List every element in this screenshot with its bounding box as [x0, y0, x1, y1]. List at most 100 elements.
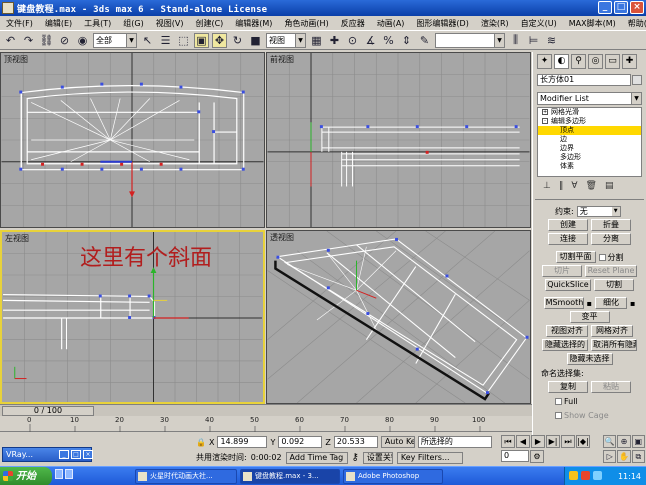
- menu-graph-editors[interactable]: 图形编辑器(D): [410, 18, 474, 29]
- vray-close-icon[interactable]: ×: [83, 450, 93, 459]
- menu-animation[interactable]: 动画(A): [371, 18, 411, 29]
- zoom-extents-icon[interactable]: ▣: [631, 435, 645, 448]
- align-icon[interactable]: ⊨: [526, 33, 541, 48]
- stack-item-edge[interactable]: 边: [538, 135, 641, 144]
- full-checkbox[interactable]: Full: [555, 397, 578, 406]
- minimize-button[interactable]: _: [598, 1, 612, 14]
- modify-tab-icon[interactable]: ◐: [554, 54, 569, 69]
- tessellate-button[interactable]: 细化: [595, 297, 627, 309]
- create-tab-icon[interactable]: ✦: [537, 54, 552, 69]
- y-coord-field[interactable]: 0.092: [278, 436, 323, 448]
- cut-button[interactable]: 切割: [594, 279, 634, 291]
- link-icon[interactable]: ⛓: [39, 33, 54, 48]
- msmooth-settings-icon[interactable]: ▪: [587, 299, 592, 308]
- menu-group[interactable]: 组(G): [117, 18, 149, 29]
- set-key-button[interactable]: 设置关键帧: [362, 451, 393, 464]
- msmooth-button[interactable]: MSmooth: [543, 297, 584, 309]
- show-end-result-icon[interactable]: ‖: [559, 181, 564, 195]
- play-icon[interactable]: ▶: [531, 435, 545, 448]
- viewport-perspective[interactable]: 透视图: [266, 230, 531, 404]
- ref-coord-dropdown[interactable]: 视图 ▼: [266, 32, 306, 48]
- key-filters-button[interactable]: Key Filters...: [396, 451, 463, 464]
- copy-button[interactable]: 复制: [548, 381, 588, 393]
- track-bar[interactable]: 0 10 20 30 40 50 60 70 80 90 100: [0, 416, 532, 432]
- menu-create[interactable]: 创建(C): [189, 18, 229, 29]
- show-desktop-icon[interactable]: [55, 469, 63, 479]
- rotate-icon[interactable]: ↻: [230, 33, 245, 48]
- snap-icon[interactable]: ⊙: [345, 33, 360, 48]
- menu-character[interactable]: 角色动画(H): [278, 18, 334, 29]
- collapse-icon[interactable]: -: [542, 118, 548, 124]
- viewport-front-label[interactable]: 前视图: [270, 54, 294, 65]
- menu-reactor[interactable]: 反应器: [335, 18, 371, 29]
- go-to-start-icon[interactable]: ⏮: [501, 435, 515, 448]
- reset-plane-button[interactable]: Reset Plane: [585, 265, 637, 277]
- maximize-button[interactable]: □: [614, 1, 628, 14]
- show-cage-checkbox[interactable]: Show Cage: [555, 411, 609, 420]
- prev-frame-icon[interactable]: ◀: [516, 435, 530, 448]
- taskbar-item-3dsmax[interactable]: 键盘教程.max - 3...: [240, 468, 340, 484]
- menu-tools[interactable]: 工具(T): [78, 18, 117, 29]
- hide-selected-button[interactable]: 隐藏选择的: [542, 339, 588, 351]
- bind-space-warp-icon[interactable]: ◉: [75, 33, 90, 48]
- min-max-toggle-icon[interactable]: ⧉: [631, 449, 645, 463]
- go-to-end-icon[interactable]: ⏭: [561, 435, 575, 448]
- move-icon[interactable]: ✥: [212, 32, 227, 48]
- viewport-top[interactable]: 顶视图: [0, 52, 265, 228]
- next-frame-icon[interactable]: ▶|: [546, 435, 560, 448]
- taskbar-item-browser[interactable]: 火星时代动画大社...: [135, 468, 237, 484]
- current-frame-field[interactable]: 0: [501, 449, 529, 462]
- make-unique-icon[interactable]: ∀: [571, 181, 577, 195]
- window-crossing-icon[interactable]: ▣: [194, 32, 209, 48]
- redo-icon[interactable]: ↷: [21, 33, 36, 48]
- viewport-front[interactable]: 前视图: [266, 52, 531, 228]
- menu-file[interactable]: 文件(F): [0, 18, 39, 29]
- menu-modifiers[interactable]: 编辑器(M): [229, 18, 278, 29]
- close-button[interactable]: ×: [630, 1, 644, 14]
- pin-stack-icon[interactable]: ⊥: [543, 181, 551, 195]
- time-config-icon[interactable]: ⚙: [530, 449, 544, 463]
- scale-icon[interactable]: ■: [248, 33, 263, 48]
- detach-button[interactable]: 分离: [591, 233, 631, 245]
- modifier-list-dropdown[interactable]: Modifier List ▼: [537, 92, 642, 105]
- z-coord-field[interactable]: 20.533: [333, 436, 378, 448]
- view-align-button[interactable]: 视图对齐: [546, 325, 588, 337]
- mirror-icon[interactable]: ⫼: [508, 33, 523, 48]
- utilities-tab-icon[interactable]: ✚: [622, 54, 637, 69]
- object-color-swatch[interactable]: [632, 75, 642, 85]
- selected-dropdown[interactable]: 所选择的: [417, 436, 492, 448]
- planarize-button[interactable]: 变平: [569, 311, 610, 323]
- tray-icon-2[interactable]: [581, 471, 590, 480]
- select-by-name-icon[interactable]: ☰: [158, 33, 173, 48]
- unhide-all-button[interactable]: 取消所有隐藏: [591, 339, 637, 351]
- motion-tab-icon[interactable]: ◎: [588, 54, 603, 69]
- stack-item-element[interactable]: 体素: [538, 162, 641, 171]
- viewport-left[interactable]: 左视图 这里有个斜面: [0, 230, 265, 404]
- angle-snap-icon[interactable]: ∡: [363, 33, 378, 48]
- rect-region-icon[interactable]: ⬚: [176, 33, 191, 48]
- remove-modifier-icon[interactable]: 🗑: [586, 181, 597, 195]
- viewport-perspective-label[interactable]: 透视图: [270, 232, 294, 243]
- slice-button[interactable]: 切片: [542, 265, 582, 277]
- menu-rendering[interactable]: 渲染(R): [475, 18, 515, 29]
- start-button[interactable]: 开始: [0, 466, 52, 485]
- split-checkbox[interactable]: 分割: [598, 252, 624, 263]
- show-cage-checkbox-box[interactable]: [555, 411, 562, 419]
- vray-minimize-icon[interactable]: _: [59, 450, 69, 459]
- stack-item-polygon[interactable]: 多边形: [538, 153, 641, 162]
- percent-snap-icon[interactable]: %: [381, 33, 396, 48]
- select-icon[interactable]: ↖: [140, 33, 155, 48]
- stack-item-edit-poly[interactable]: - 编辑多边形: [538, 117, 641, 126]
- undo-icon[interactable]: ↶: [3, 33, 18, 48]
- pan-icon[interactable]: ✋: [617, 449, 631, 463]
- display-tab-icon[interactable]: ▭: [605, 54, 620, 69]
- quickslice-button[interactable]: QuickSlice: [545, 279, 591, 291]
- auto-key-button[interactable]: Auto Key: [380, 436, 415, 448]
- viewport-top-label[interactable]: 顶视图: [4, 54, 28, 65]
- collapse-button[interactable]: 折叠: [591, 219, 631, 231]
- manipulate-icon[interactable]: ✚: [327, 33, 342, 48]
- edit-named-sel-icon[interactable]: ✎: [417, 33, 432, 48]
- full-checkbox-box[interactable]: [555, 397, 562, 405]
- spinner-snap-icon[interactable]: ⇕: [399, 33, 414, 48]
- pivot-icon[interactable]: ▦: [309, 33, 324, 48]
